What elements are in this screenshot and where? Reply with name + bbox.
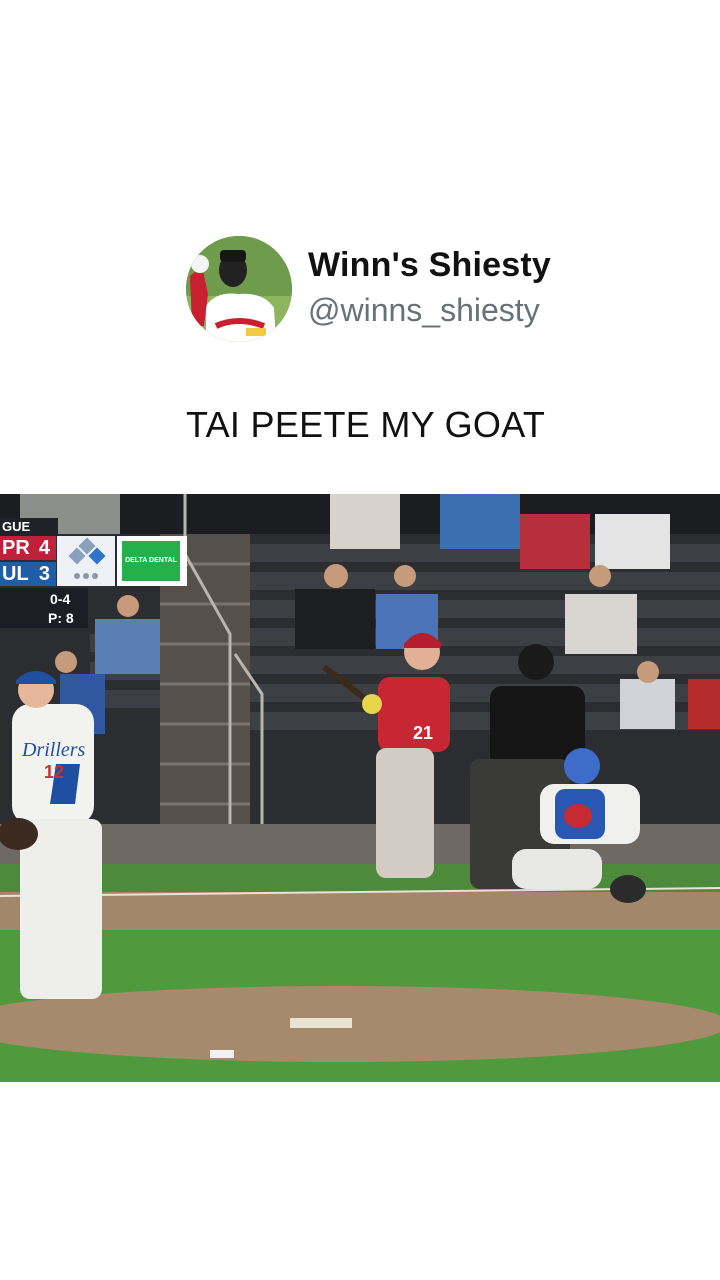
team-abbr: UL — [2, 563, 29, 585]
tweet-text: TAI PEETE MY GOAT — [186, 404, 546, 445]
sponsor-badge: DELTA DENTAL — [117, 536, 187, 586]
team-abbr: PR — [2, 537, 30, 559]
pitcher-jersey-text: Drillers — [21, 739, 86, 761]
league-label: GUE (AA) — [0, 518, 58, 552]
sponsor-label: DELTA DENTAL — [122, 541, 180, 581]
handle[interactable]: @winns_shiesty — [308, 292, 540, 329]
team-row-away: PR 4 — [0, 536, 56, 560]
tweet-card: Winn's Shiesty @winns_shiesty TAI PEETE … — [0, 0, 720, 494]
batter-number: 21 — [413, 723, 433, 743]
avatar-image — [186, 236, 292, 342]
diamond-icon — [68, 537, 106, 579]
bottom-blank-area — [0, 1082, 720, 1280]
team-score: 3 — [38, 563, 50, 585]
bases-indicator — [57, 536, 115, 586]
video-frame[interactable]: Drillers 12 21 GUE (AA — [0, 494, 720, 1082]
display-name[interactable]: Winn's Shiesty — [308, 246, 551, 285]
pitcher-number: 12 — [44, 762, 64, 782]
count-box: 0-4 P: 8 — [0, 588, 88, 628]
ball-strike-count: 0-4 — [50, 591, 71, 607]
avatar[interactable] — [186, 236, 292, 342]
team-row-home: UL 3 — [0, 562, 56, 586]
team-score: 4 — [38, 537, 50, 559]
pitch-count: P: 8 — [48, 610, 74, 626]
